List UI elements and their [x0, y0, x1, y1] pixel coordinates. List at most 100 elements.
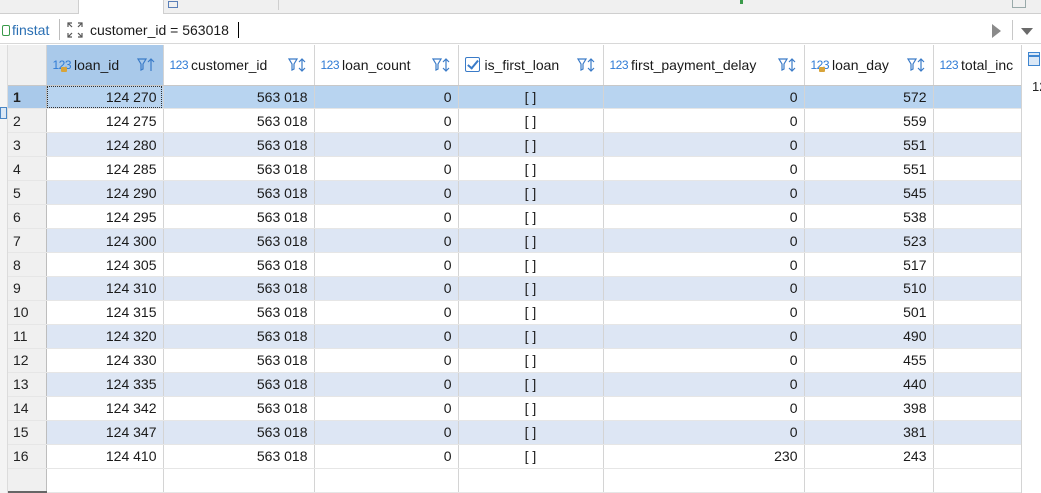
cell-loan-count[interactable]: 0: [314, 252, 459, 277]
row-number[interactable]: 5: [8, 180, 47, 206]
cell-is-first-loan[interactable]: [ ]: [458, 276, 604, 301]
cell-total-inc[interactable]: [933, 276, 1022, 301]
cell-total-inc[interactable]: [933, 324, 1022, 349]
filter-history-dropdown[interactable]: [1021, 28, 1033, 35]
row-number[interactable]: 14: [8, 396, 47, 421]
cell-first-payment-delay[interactable]: 0: [603, 324, 805, 349]
cell-loan-id[interactable]: 124 335: [46, 372, 164, 397]
row-number[interactable]: 13: [8, 372, 47, 397]
cell-loan-day[interactable]: 572: [804, 85, 934, 110]
row-number[interactable]: 6: [8, 204, 47, 230]
cell-loan-count[interactable]: 0: [314, 180, 459, 206]
cell-loan-id[interactable]: 124 280: [46, 132, 164, 158]
cell-loan-day[interactable]: 243: [804, 444, 934, 469]
table-row[interactable]: 12 124 330 563 018 0[ ] 0 455: [8, 348, 1022, 373]
cell-total-inc[interactable]: [933, 228, 1022, 254]
cell-loan-count[interactable]: 0: [314, 348, 459, 373]
row-number[interactable]: 12: [8, 348, 47, 373]
cell-loan-day[interactable]: 559: [804, 108, 934, 134]
cell-customer-id[interactable]: 563 018: [163, 204, 315, 230]
cell-is-first-loan[interactable]: [ ]: [458, 396, 604, 421]
table-row[interactable]: 9 124 310 563 018 0[ ] 0 510: [8, 276, 1022, 301]
cell-customer-id[interactable]: 563 018: [163, 276, 315, 301]
cell-customer-id[interactable]: 563 018: [163, 300, 315, 325]
cell-total-inc[interactable]: [933, 300, 1022, 325]
cell-total-inc[interactable]: [933, 252, 1022, 277]
cell-loan-id[interactable]: 124 285: [46, 156, 164, 182]
row-number[interactable]: 1: [8, 85, 47, 110]
row-number[interactable]: 9: [8, 276, 47, 301]
cell-loan-id[interactable]: 124 347: [46, 420, 164, 445]
table-row[interactable]: 6 124 295 563 018 0[ ] 0 538: [8, 204, 1022, 230]
cell-total-inc[interactable]: [933, 348, 1022, 373]
column-header-total-inc[interactable]: 123 total_inc: [933, 45, 1022, 86]
cell-is-first-loan[interactable]: [ ]: [458, 156, 604, 182]
cell-loan-day[interactable]: 551: [804, 132, 934, 158]
grid-corner[interactable]: [8, 45, 47, 86]
cell-is-first-loan[interactable]: [ ]: [458, 252, 604, 277]
cell-customer-id[interactable]: 563 018: [163, 180, 315, 206]
table-row[interactable]: 4 124 285 563 018 0[ ] 0 551: [8, 156, 1022, 182]
cell-is-first-loan[interactable]: [ ]: [458, 300, 604, 325]
cell-is-first-loan[interactable]: [ ]: [458, 85, 604, 110]
cell-loan-day[interactable]: 510: [804, 276, 934, 301]
row-number[interactable]: 16: [8, 444, 47, 469]
cell-loan-count[interactable]: 0: [314, 300, 459, 325]
cell-first-payment-delay[interactable]: 0: [603, 156, 805, 182]
cell-first-payment-delay[interactable]: 0: [603, 396, 805, 421]
cell-is-first-loan[interactable]: [ ]: [458, 420, 604, 445]
table-row[interactable]: 5 124 290 563 018 0[ ] 0 545: [8, 180, 1022, 206]
cell-total-inc[interactable]: [933, 204, 1022, 230]
cell-total-inc[interactable]: [933, 85, 1022, 110]
row-number[interactable]: 4: [8, 156, 47, 182]
cell-loan-count[interactable]: 0: [314, 228, 459, 254]
cell-first-payment-delay[interactable]: 0: [603, 300, 805, 325]
filter-sort-icon[interactable]: [777, 57, 796, 73]
cell-loan-id[interactable]: 124 300: [46, 228, 164, 254]
cell-is-first-loan[interactable]: [ ]: [458, 324, 604, 349]
table-row[interactable]: 16 124 410 563 018 0[ ] 230 243: [8, 444, 1022, 469]
cell-loan-count[interactable]: 0: [314, 108, 459, 134]
cell-loan-count[interactable]: 0: [314, 444, 459, 469]
column-header-loan-id[interactable]: 123 loan_id: [46, 45, 164, 86]
table-row[interactable]: 8 124 305 563 018 0[ ] 0 517: [8, 252, 1022, 277]
row-number[interactable]: 3: [8, 132, 47, 158]
cell-total-inc[interactable]: [933, 132, 1022, 158]
cell-loan-id[interactable]: 124 295: [46, 204, 164, 230]
cell-customer-id[interactable]: 563 018: [163, 444, 315, 469]
column-header-loan-count[interactable]: 123 loan_count: [314, 45, 459, 86]
filter-sort-icon[interactable]: [136, 57, 155, 73]
cell-loan-id[interactable]: 124 310: [46, 276, 164, 301]
cell-customer-id[interactable]: 563 018: [163, 108, 315, 134]
cell-first-payment-delay[interactable]: 0: [603, 204, 805, 230]
row-number[interactable]: 15: [8, 420, 47, 445]
cell-is-first-loan[interactable]: [ ]: [458, 108, 604, 134]
cell-loan-id[interactable]: 124 290: [46, 180, 164, 206]
record-panel-icon[interactable]: [1028, 52, 1040, 66]
table-row[interactable]: 11 124 320 563 018 0[ ] 0 490: [8, 324, 1022, 349]
filter-sort-icon[interactable]: [431, 57, 450, 73]
cell-total-inc[interactable]: [933, 444, 1022, 469]
cell-loan-day[interactable]: 440: [804, 372, 934, 397]
cell-loan-day[interactable]: 501: [804, 300, 934, 325]
cell-total-inc[interactable]: [933, 396, 1022, 421]
cell-loan-day[interactable]: 490: [804, 324, 934, 349]
cell-first-payment-delay[interactable]: 0: [603, 372, 805, 397]
cell-first-payment-delay[interactable]: 0: [603, 228, 805, 254]
cell-first-payment-delay[interactable]: 0: [603, 252, 805, 277]
cell-customer-id[interactable]: 563 018: [163, 85, 315, 110]
row-number[interactable]: 11: [8, 324, 47, 349]
expand-icon[interactable]: [66, 21, 84, 39]
cell-first-payment-delay[interactable]: 0: [603, 420, 805, 445]
table-row[interactable]: 7 124 300 563 018 0[ ] 0 523: [8, 228, 1022, 254]
cell-first-payment-delay[interactable]: 0: [603, 108, 805, 134]
cell-loan-id[interactable]: 124 275: [46, 108, 164, 134]
cell-is-first-loan[interactable]: [ ]: [458, 348, 604, 373]
cell-first-payment-delay[interactable]: 230: [603, 444, 805, 469]
table-row[interactable]: 3 124 280 563 018 0[ ] 0 551: [8, 132, 1022, 158]
filter-sort-icon[interactable]: [906, 57, 925, 73]
cell-loan-count[interactable]: 0: [314, 85, 459, 110]
filter-input[interactable]: [90, 19, 980, 40]
column-header-first-payment-delay[interactable]: 123 first_payment_delay: [603, 45, 805, 86]
panel-toggle-icon[interactable]: [0, 107, 7, 119]
